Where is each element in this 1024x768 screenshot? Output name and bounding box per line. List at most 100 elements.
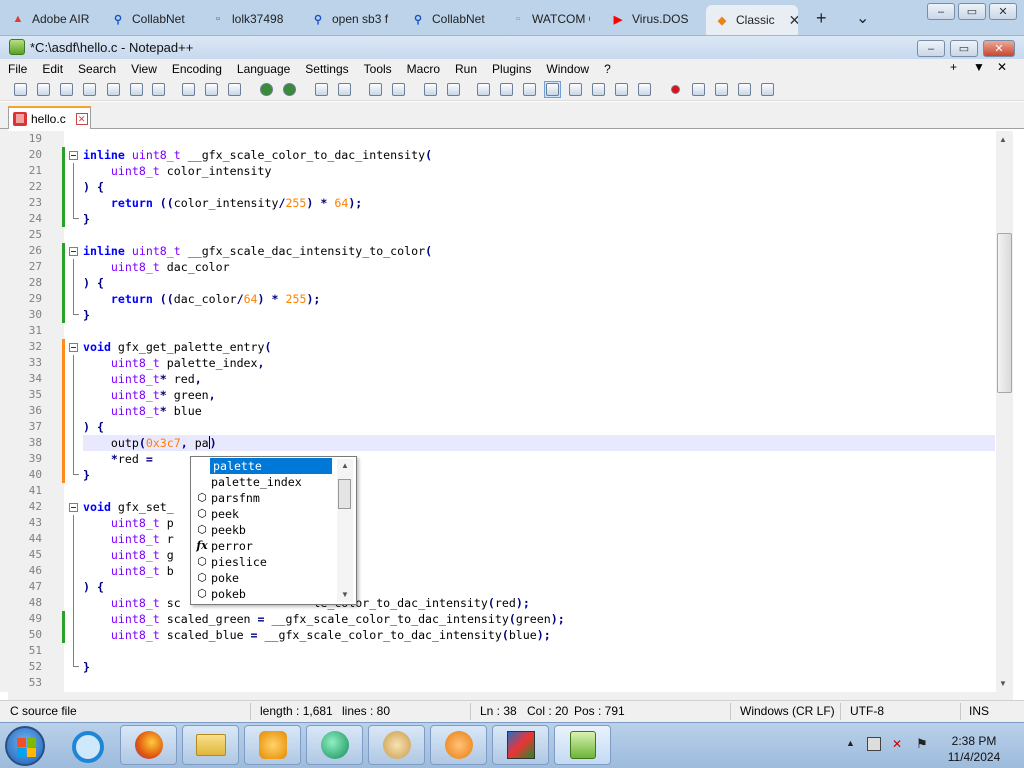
browser-tab[interactable]: ⚲ CollabNet [110, 6, 190, 32]
sync-vertical-icon[interactable] [422, 81, 439, 98]
code-line[interactable]: } [83, 467, 90, 483]
flag-icon[interactable]: ⚑ [916, 736, 928, 752]
code-line[interactable]: uint8_t color_intensity [83, 163, 272, 179]
print-icon[interactable] [150, 81, 167, 98]
browser-tab[interactable]: ▫ WATCOM GM [510, 6, 590, 32]
menu-close-icon[interactable]: ✕ [997, 60, 1007, 74]
network-icon[interactable] [867, 737, 881, 751]
play-multiple-icon[interactable] [736, 81, 753, 98]
code-line[interactable]: outp(0x3c7, pa) [83, 435, 217, 451]
close-icon[interactable] [105, 81, 122, 98]
code-line[interactable]: uint8_t p [83, 515, 174, 531]
taskbar-paint[interactable] [368, 725, 425, 765]
document-tab-hello-c[interactable]: hello.c ✕ [8, 106, 91, 130]
code-line[interactable]: uint8_t b [83, 563, 174, 579]
code-line[interactable]: *red = [83, 451, 153, 467]
scroll-down-icon[interactable]: ▼ [341, 590, 349, 599]
menu-item-settings[interactable]: Settings [297, 62, 355, 76]
copy-icon[interactable] [203, 81, 220, 98]
replace-icon[interactable] [336, 81, 353, 98]
system-clock[interactable]: 2:38 PM 11/4/2024 [944, 733, 1004, 765]
code-line[interactable]: uint8_t g [83, 547, 174, 563]
monitoring-icon[interactable] [636, 81, 653, 98]
new-file-icon[interactable] [12, 81, 29, 98]
browser-tab[interactable]: ▲ Adobe AIR [10, 6, 90, 32]
scroll-up-icon[interactable]: ▲ [999, 135, 1007, 144]
browser-tab[interactable]: ▶ Virus.DOS [610, 6, 690, 32]
taskbar-scratch[interactable] [430, 725, 487, 765]
browser-close-button[interactable]: ✕ [989, 3, 1017, 20]
language-icon[interactable] [544, 81, 561, 98]
code-line[interactable]: ) { [83, 275, 104, 291]
indent-guide-icon[interactable] [521, 81, 538, 98]
menu-item-language[interactable]: Language [229, 62, 297, 76]
save-macro-icon[interactable] [759, 81, 776, 98]
fold-collapse-icon[interactable] [65, 243, 81, 259]
browser-tab[interactable]: ▫ lolk37498 [210, 6, 290, 32]
menu-item-window[interactable]: Window [538, 62, 596, 76]
editor-horizontal-scrollbar[interactable] [8, 692, 1013, 700]
zoom-out-icon[interactable] [390, 81, 407, 98]
browser-tab[interactable]: ◆ Classic ✕ [706, 5, 798, 35]
menu-down-icon[interactable]: ▼ [973, 60, 985, 74]
find-icon[interactable] [313, 81, 330, 98]
menu-add-icon[interactable]: + [950, 60, 957, 74]
menu-item-search[interactable]: Search [70, 62, 123, 76]
function-list-icon[interactable] [590, 81, 607, 98]
scroll-down-icon[interactable]: ▼ [999, 679, 1007, 688]
fold-collapse-icon[interactable] [65, 499, 81, 515]
word-wrap-icon[interactable] [475, 81, 492, 98]
close-button[interactable]: ✕ [983, 40, 1015, 57]
taskbar-firefox[interactable] [120, 725, 177, 765]
menu-item-run[interactable]: Run [447, 62, 484, 76]
autocomplete-scroll-thumb[interactable] [338, 479, 351, 509]
redo-icon[interactable] [281, 81, 298, 98]
doc-map-icon[interactable] [567, 81, 584, 98]
save-icon[interactable] [58, 81, 75, 98]
taskbar-media-player[interactable] [244, 725, 301, 765]
fold-collapse-icon[interactable] [65, 147, 81, 163]
menu-item-edit[interactable]: Edit [34, 62, 70, 76]
taskbar-app-chart[interactable] [492, 725, 549, 765]
code-line[interactable]: uint8_t dac_color [83, 259, 230, 275]
code-line[interactable]: ) { [83, 179, 104, 195]
show-hidden-icons[interactable]: ▲ [846, 738, 855, 748]
new-tab-button[interactable]: + [816, 8, 827, 29]
close-all-icon[interactable] [128, 81, 145, 98]
code-line[interactable]: uint8_t scaled_blue = __gfx_scale_color_… [83, 627, 551, 643]
code-line[interactable]: ) { [83, 419, 104, 435]
taskbar-app-green[interactable] [306, 725, 363, 765]
menu-item-view[interactable]: View [123, 62, 164, 76]
code-line[interactable]: return ((color_intensity/255) * 64); [83, 195, 362, 211]
play-macro-icon[interactable] [713, 81, 730, 98]
code-line[interactable]: inline uint8_t __gfx_scale_color_to_dac_… [83, 147, 432, 163]
folder-workspace-icon[interactable] [613, 81, 630, 98]
menu-item-plugins[interactable]: Plugins [484, 62, 538, 76]
code-line[interactable]: } [83, 307, 90, 323]
code-line[interactable]: uint8_t r [83, 531, 174, 547]
browser-tab[interactable]: ⚲ open sb3 f [310, 6, 390, 32]
taskbar-notepadpp[interactable] [554, 725, 611, 765]
code-line[interactable]: return ((dac_color/64) * 255); [83, 291, 320, 307]
zoom-in-icon[interactable] [367, 81, 384, 98]
code-line[interactable]: uint8_t* blue [83, 403, 202, 419]
open-file-icon[interactable] [35, 81, 52, 98]
code-line[interactable]: inline uint8_t __gfx_scale_dac_intensity… [83, 243, 432, 259]
browser-tab[interactable]: ⚲ CollabNet [410, 6, 490, 32]
tab-list-button[interactable]: ⌄ [856, 8, 869, 28]
undo-icon[interactable] [258, 81, 275, 98]
code-line[interactable]: uint8_t* green, [83, 387, 216, 403]
volume-muted-icon[interactable]: ✕ [892, 737, 902, 751]
autocomplete-scrollbar[interactable]: ▲ ▼ [337, 459, 353, 602]
editor-vertical-scrollbar[interactable]: ▲ ▼ [996, 131, 1013, 692]
browser-minimize-button[interactable]: – [927, 3, 955, 20]
close-tab-icon[interactable]: ✕ [789, 12, 798, 29]
code-line[interactable]: ) { [83, 579, 104, 595]
menu-item-encoding[interactable]: Encoding [164, 62, 229, 76]
browser-restore-button[interactable]: ▭ [958, 3, 986, 20]
save-all-icon[interactable] [81, 81, 98, 98]
menu-item-macro[interactable]: Macro [399, 62, 447, 76]
show-all-chars-icon[interactable] [498, 81, 515, 98]
autocomplete-popup[interactable]: ▲ ▼ palette palette_index ⬡ parsfnm ⬡ peek ⬡ pe… [190, 456, 357, 605]
fold-collapse-icon[interactable] [65, 339, 81, 355]
